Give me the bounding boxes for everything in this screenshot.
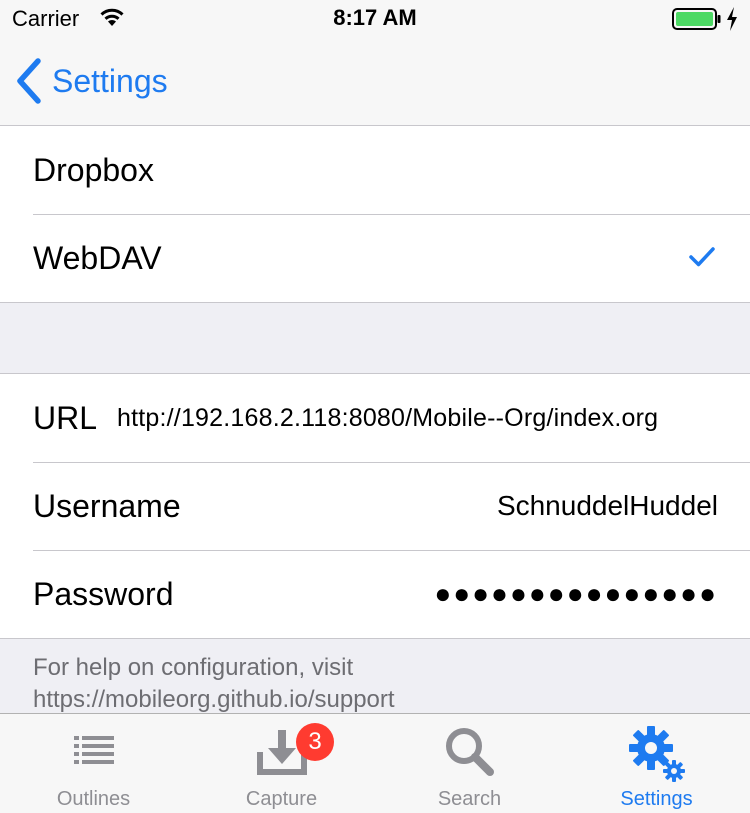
password-field[interactable]: ●●●●●●●●●●●●●●● xyxy=(434,578,718,610)
tab-label: Outlines xyxy=(56,788,131,810)
tab-label: Settings xyxy=(620,788,693,810)
username-row[interactable]: Username SchnuddelHuddel xyxy=(0,462,750,550)
checkmark-icon xyxy=(689,247,715,267)
tab-outlines[interactable]: Outlines xyxy=(0,714,187,813)
tab-label: Search xyxy=(437,788,502,810)
sync-service-group: Dropbox WebDAV xyxy=(0,125,750,303)
help-footer-text: For help on configuration, visit https:/… xyxy=(33,654,395,713)
sync-option-label: Dropbox xyxy=(33,151,154,188)
username-field[interactable]: SchnuddelHuddel xyxy=(497,490,718,522)
battery-icon xyxy=(672,8,721,30)
sync-option-dropbox[interactable]: Dropbox xyxy=(0,126,750,214)
tab-bar: Outlines Capture Search Settings xyxy=(0,713,750,813)
password-label: Password xyxy=(33,575,174,612)
url-label: URL xyxy=(33,399,98,436)
webdav-settings-group: URL http://192.168.2.118:8080/Mobile--Or… xyxy=(0,373,750,639)
chevron-left-icon xyxy=(17,58,41,104)
status-bar: Carrier 8:17 AM xyxy=(0,0,750,40)
url-field[interactable]: http://192.168.2.118:8080/Mobile--Org/in… xyxy=(117,404,718,433)
gear-icon xyxy=(628,726,685,782)
navigation-bar: Settings xyxy=(0,40,750,126)
username-label: Username xyxy=(33,487,181,524)
charging-icon xyxy=(727,7,737,31)
capture-badge: 3 xyxy=(296,723,334,761)
tab-label: Capture xyxy=(245,788,318,810)
url-row[interactable]: URL http://192.168.2.118:8080/Mobile--Or… xyxy=(0,374,750,462)
back-button-label: Settings xyxy=(52,62,168,99)
tab-capture[interactable]: Capture xyxy=(188,714,375,813)
list-icon xyxy=(73,736,114,764)
back-button[interactable]: Settings xyxy=(14,56,168,106)
sync-option-label: WebDAV xyxy=(33,239,162,276)
sync-option-webdav[interactable]: WebDAV xyxy=(0,214,750,302)
tab-search[interactable]: Search xyxy=(376,714,563,813)
password-row[interactable]: Password ●●●●●●●●●●●●●●● xyxy=(0,550,750,638)
search-icon xyxy=(445,728,494,776)
clock: 8:17 AM xyxy=(333,5,417,30)
tab-settings[interactable]: Settings xyxy=(563,714,750,813)
